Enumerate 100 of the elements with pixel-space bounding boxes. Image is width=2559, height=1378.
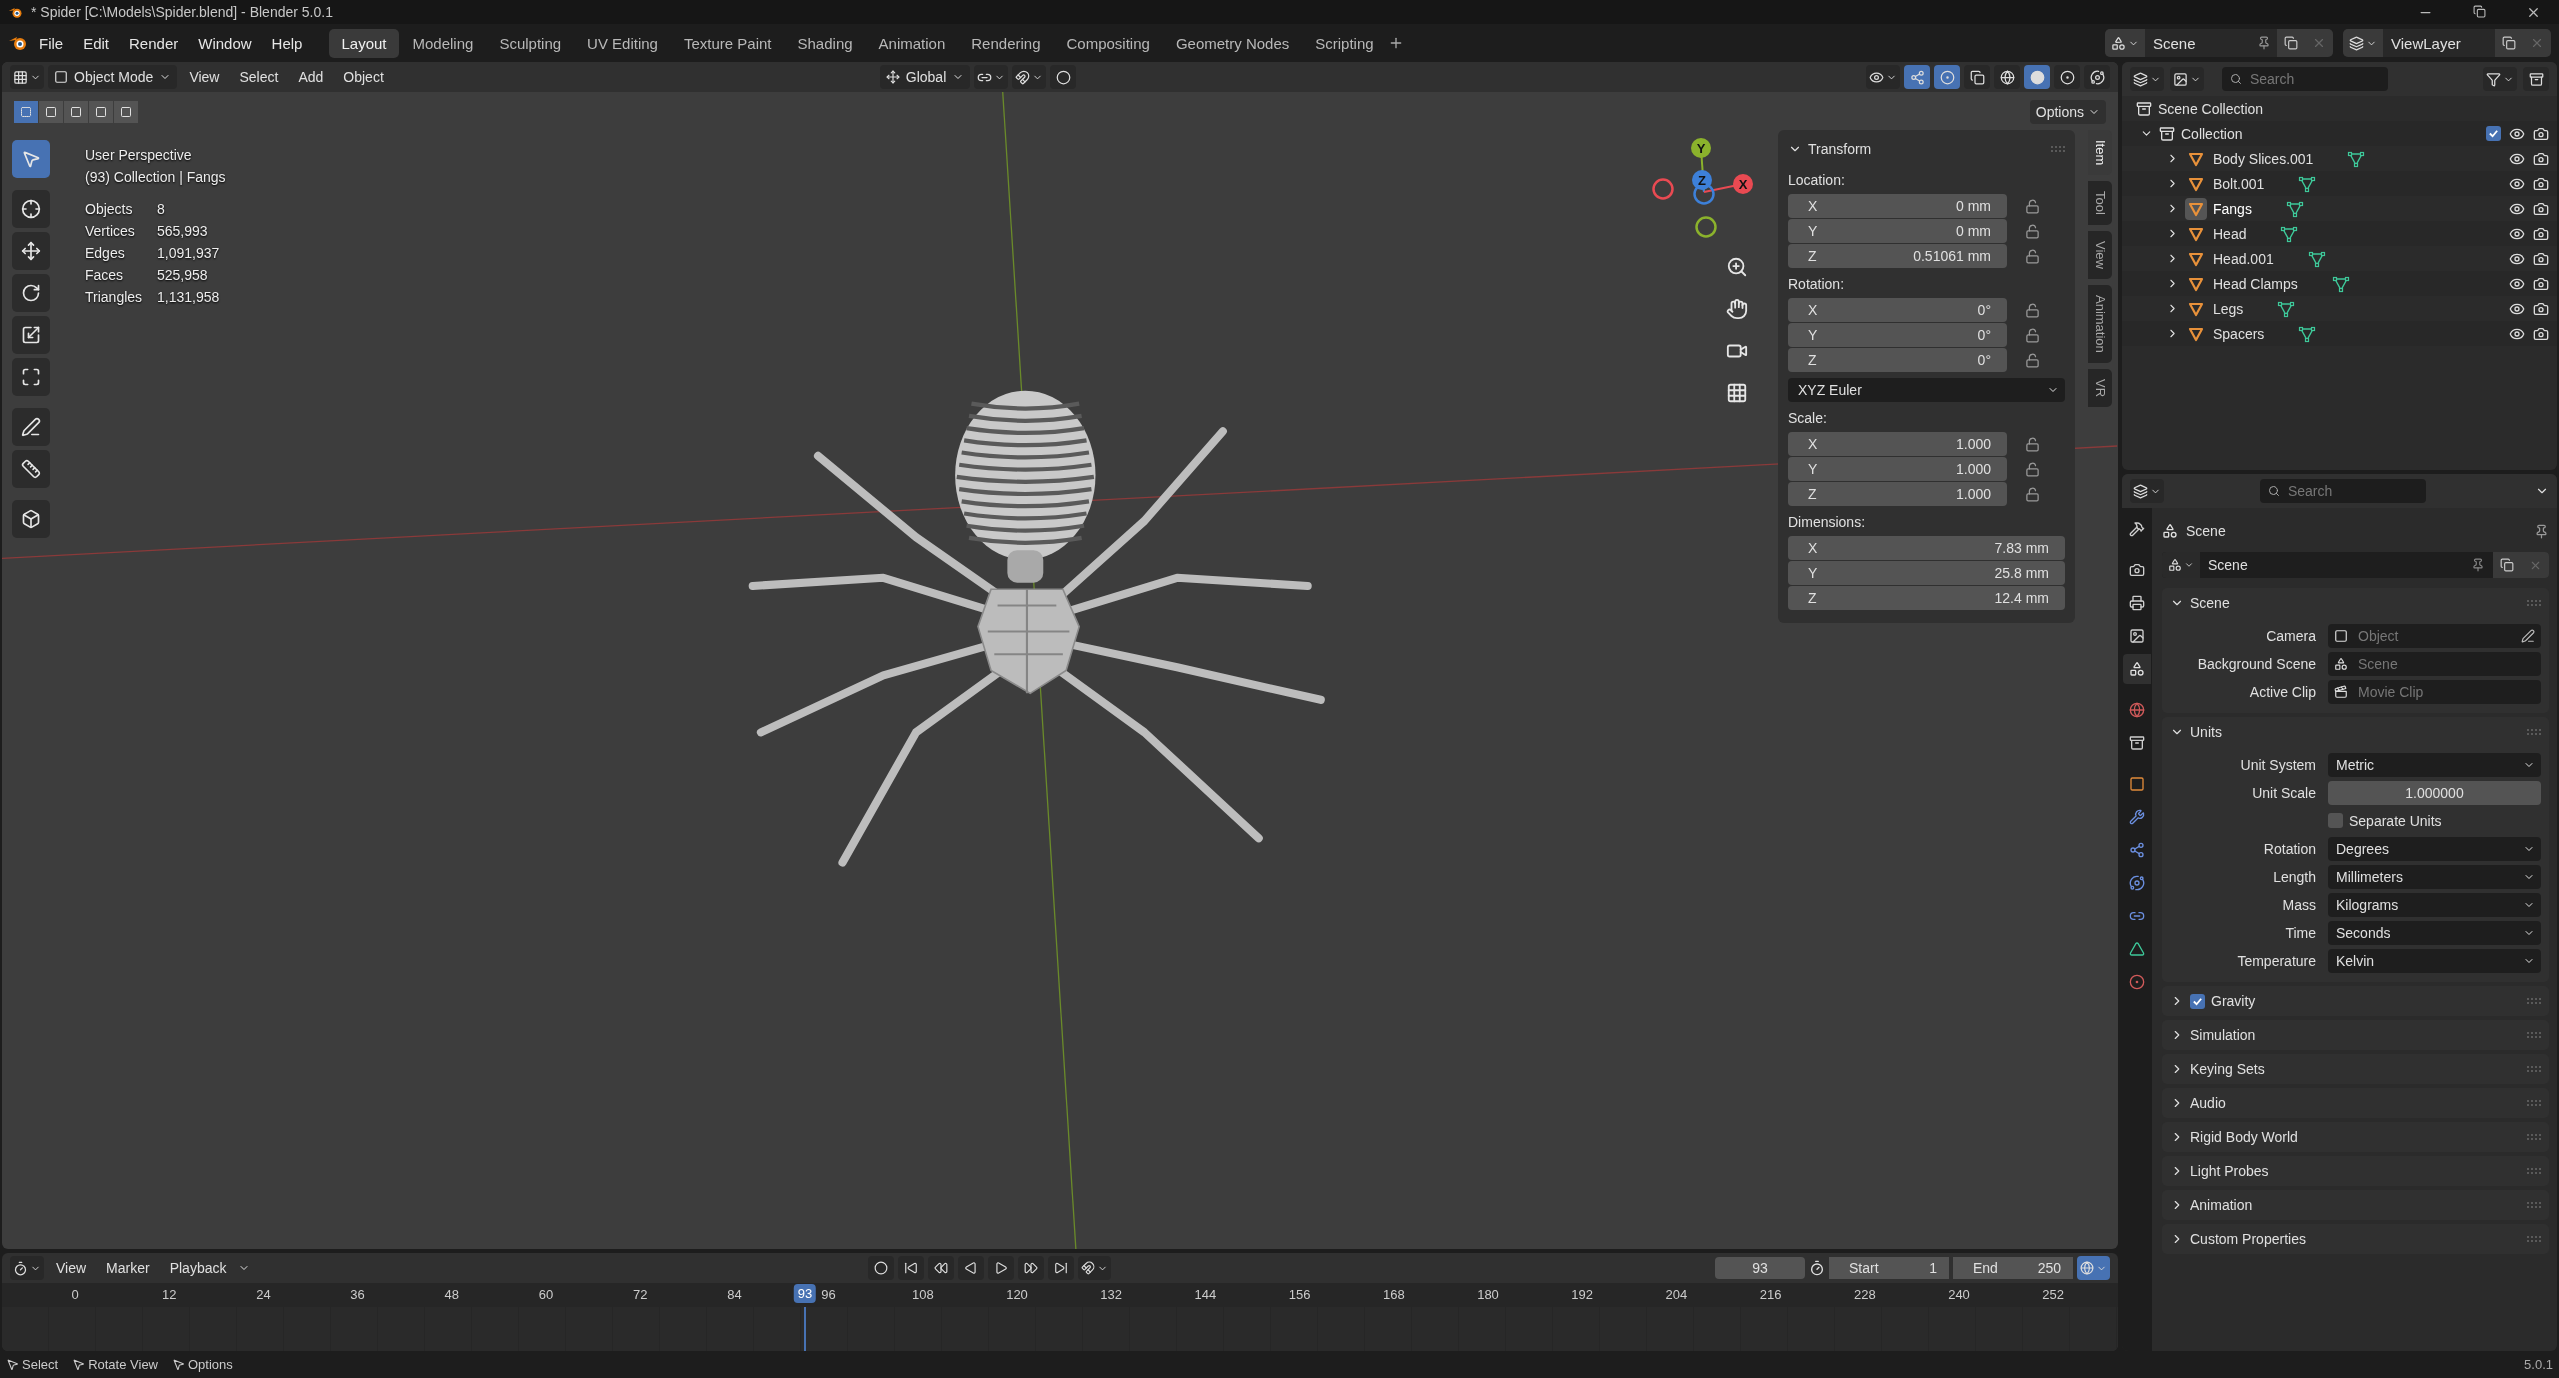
sidebar-tab[interactable]: Tool (2088, 181, 2112, 226)
sidebar-tab[interactable]: Animation (2088, 285, 2112, 363)
workspace-tab[interactable]: Layout (329, 28, 399, 58)
window-title: * Spider [C:\Models\Spider.blend] - Blender 5.0.1 (31, 4, 334, 20)
number-field[interactable]: X 0° (1788, 298, 2007, 322)
menu-item[interactable]: View (48, 1257, 95, 1279)
workspace-tab[interactable]: Shading (785, 28, 865, 58)
search-box[interactable]: Search (2260, 479, 2426, 503)
stat-value: 1,091,937 (157, 244, 221, 263)
dropdown[interactable]: Metric (2328, 752, 2541, 777)
dropdown[interactable]: Seconds (2328, 920, 2541, 945)
menu-item[interactable]: Add (290, 66, 332, 88)
search-field[interactable]: Search (2247, 70, 2380, 88)
tree-item[interactable]: Scene Collection (2158, 100, 2264, 117)
menu-item[interactable]: Object (335, 66, 392, 88)
panel-title[interactable]: Custom Properties (2190, 1231, 2521, 1247)
number-field[interactable]: X 0 mm (1788, 194, 2007, 218)
search-box[interactable]: Search (2222, 67, 2388, 91)
dropdown[interactable]: Kelvin (2328, 948, 2541, 973)
menu-item[interactable]: View (181, 66, 228, 88)
menu-item[interactable]: Render (120, 29, 188, 57)
dropdown[interactable]: Degrees (2328, 836, 2541, 861)
workspace-tab[interactable]: Scripting (1303, 28, 1386, 58)
number-field[interactable]: Y 25.8 mm (1788, 561, 2065, 585)
workspace-tab[interactable]: Geometry Nodes (1163, 28, 1302, 58)
dropdown[interactable]: Kilograms (2328, 892, 2541, 917)
datablock-field[interactable]: Object (2356, 626, 2513, 645)
tree-item[interactable]: Head.001 (2213, 250, 2274, 267)
workspace-tab[interactable]: UV Editing (575, 28, 670, 58)
tree-item[interactable]: Bolt.001 (2213, 175, 2265, 192)
menu-item[interactable]: Edit (74, 29, 119, 57)
version-label: 5.0.1 (2524, 1357, 2553, 1372)
property-label: Camera (2265, 627, 2316, 644)
current-frame-field[interactable]: 93 (1715, 1257, 1805, 1279)
axis-gizmo[interactable]: Y Z X (1642, 132, 1766, 244)
datablock-box[interactable]: Scene (2328, 651, 2541, 676)
datablock-box[interactable]: Object (2328, 623, 2541, 648)
frame-number: 48 (444, 1287, 460, 1302)
datablock-box[interactable]: Movie Clip (2328, 679, 2541, 704)
panel-title[interactable]: Gravity (2211, 993, 2521, 1009)
menu-item[interactable]: Window (189, 29, 261, 57)
tree-item[interactable]: Fangs (2213, 200, 2252, 217)
panel-title[interactable]: Transform (1808, 141, 2045, 157)
number-field[interactable]: Y 1.000 (1788, 457, 2007, 481)
number-field[interactable]: Z 0° (1788, 348, 2007, 372)
panel-title[interactable]: Scene (2190, 595, 2521, 611)
menu-item[interactable]: File (30, 29, 73, 57)
menu-item[interactable]: Select (231, 66, 287, 88)
menu-item[interactable]: Help (262, 29, 312, 57)
frame-number: 108 (911, 1287, 934, 1302)
frame-number: 72 (632, 1287, 648, 1302)
search-field[interactable]: Search (2285, 482, 2418, 500)
number-field[interactable]: Y 0° (1788, 323, 2007, 347)
panel-title[interactable]: Audio (2190, 1095, 2521, 1111)
scene-datablock-field[interactable]: Scene (2162, 552, 2549, 578)
panel-title[interactable]: Rigid Body World (2190, 1129, 2521, 1145)
scene-selector[interactable]: Scene (2105, 29, 2333, 57)
end-frame-field[interactable]: End 250 (1953, 1257, 2073, 1279)
start-frame-field[interactable]: Start 1 (1829, 1257, 1949, 1279)
tree-item[interactable]: Head Clamps (2213, 275, 2298, 292)
frame-number: 144 (1194, 1287, 1217, 1302)
sidebar-tab[interactable]: View (2088, 231, 2112, 280)
tree-item[interactable]: Collection (2181, 125, 2243, 142)
number-field[interactable]: Z 1.000 (1788, 482, 2007, 506)
checkbox-label[interactable]: Separate Units (2349, 812, 2442, 829)
number-field[interactable]: X 1.000 (1788, 432, 2007, 456)
tree-item[interactable]: Legs (2213, 300, 2244, 317)
options-dropdown[interactable]: Options (2029, 100, 2106, 124)
number-field[interactable]: 1.000000 (2328, 780, 2541, 805)
panel-title[interactable]: Animation (2190, 1197, 2521, 1213)
datablock-field[interactable]: Movie Clip (2356, 682, 2535, 701)
workspace-tab[interactable]: Sculpting (487, 28, 574, 58)
number-field[interactable]: X 7.83 mm (1788, 536, 2065, 560)
workspace-tab[interactable]: Animation (866, 28, 958, 58)
datablock-field[interactable]: Scene (2356, 654, 2535, 673)
playhead-frame[interactable]: 93 (793, 1284, 817, 1303)
panel-title[interactable]: Keying Sets (2190, 1061, 2521, 1077)
menu-item[interactable]: Marker (98, 1257, 158, 1279)
tree-item[interactable]: Spacers (2213, 325, 2265, 342)
panel-title[interactable]: Simulation (2190, 1027, 2521, 1043)
number-field[interactable]: Z 12.4 mm (1788, 586, 2065, 610)
number-field[interactable]: Z 0.51061 mm (1788, 244, 2007, 268)
sidebar-tab[interactable]: VR (2088, 368, 2112, 407)
panel-title[interactable]: Units (2190, 724, 2521, 740)
dropdown[interactable]: Millimeters (2328, 864, 2541, 889)
workspace-tab[interactable]: Compositing (1054, 28, 1162, 58)
workspace-tab[interactable]: Rendering (959, 28, 1053, 58)
workspace-tab[interactable]: Texture Paint (671, 28, 784, 58)
view-layer-selector[interactable]: ViewLayer (2343, 29, 2551, 57)
mode-dropdown[interactable]: Object Mode (48, 65, 178, 89)
property-label: Rotation (2262, 840, 2316, 857)
panel-title[interactable]: Light Probes (2190, 1163, 2521, 1179)
tree-item[interactable]: Head (2213, 225, 2247, 242)
number-field[interactable]: Y 0 mm (1788, 219, 2007, 243)
menu-item[interactable]: Playback (161, 1257, 235, 1279)
orientation-dropdown[interactable]: Global (879, 65, 971, 89)
rotation-mode-dropdown[interactable]: XYZ Euler (1788, 378, 2065, 402)
workspace-tab[interactable]: Modeling (400, 28, 486, 58)
frame-number: 24 (256, 1287, 271, 1302)
tree-item[interactable]: Body Slices.001 (2213, 150, 2314, 167)
